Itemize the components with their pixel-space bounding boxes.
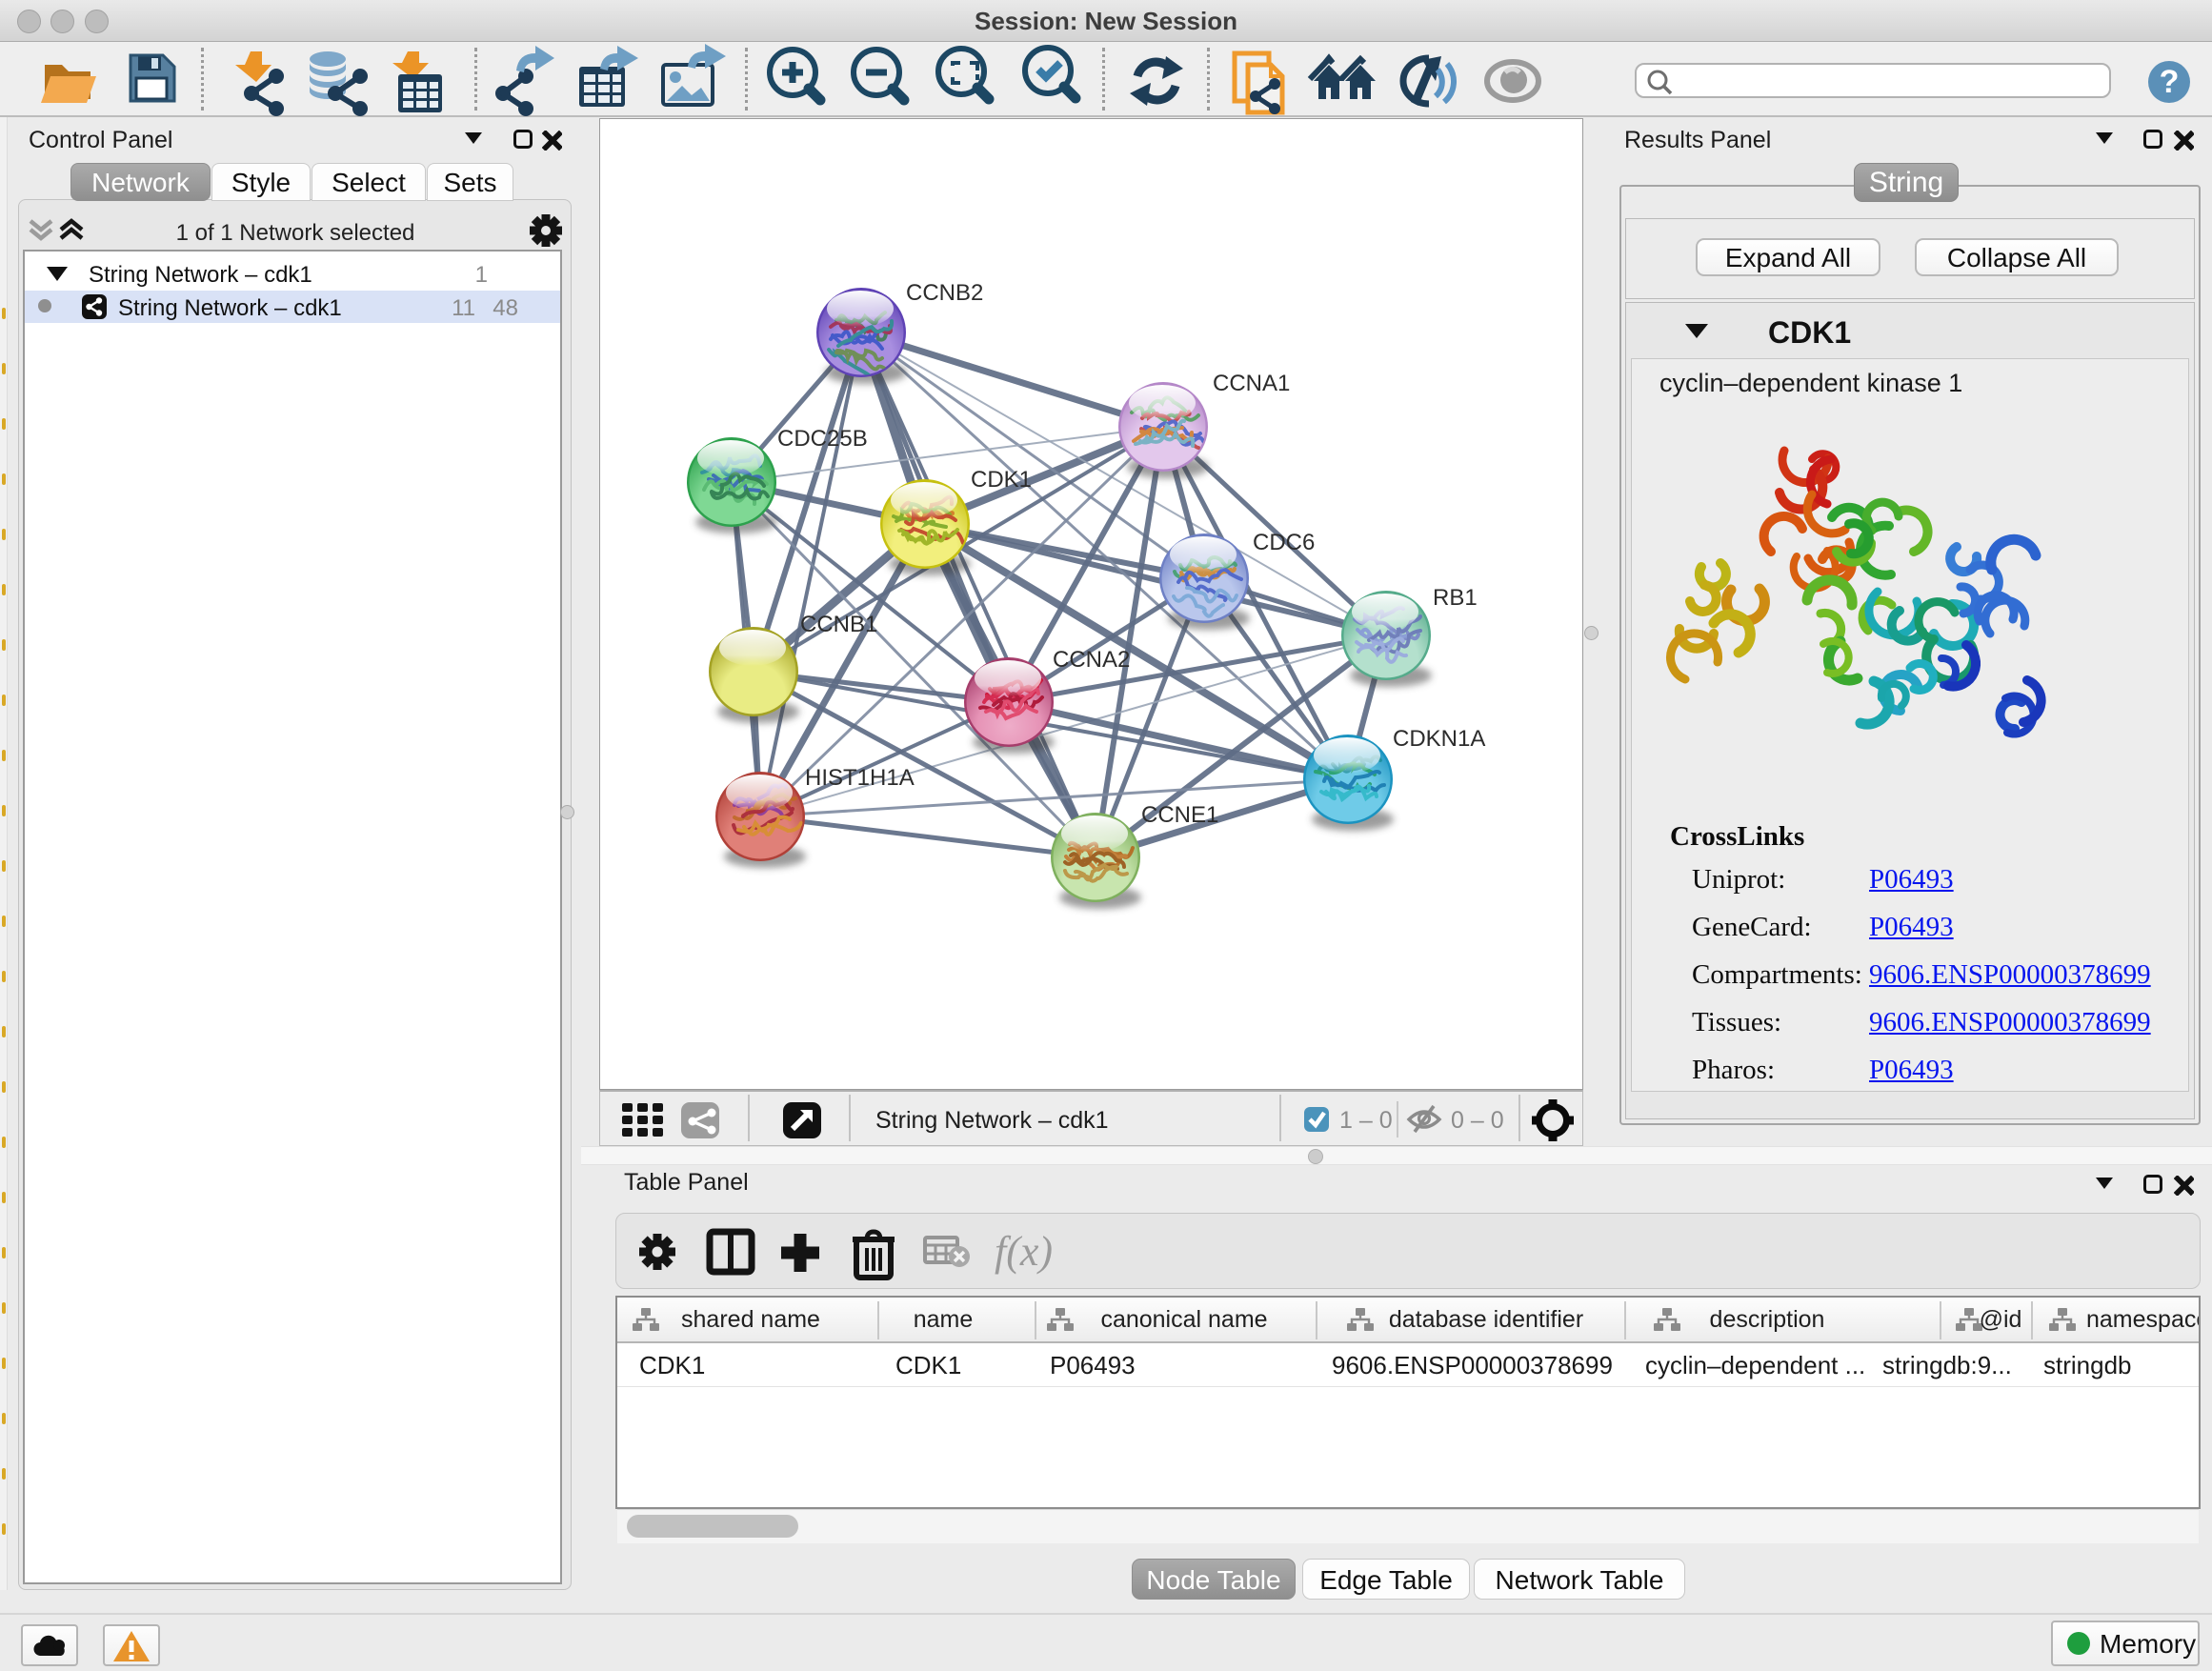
svg-text:CDK1: CDK1 xyxy=(971,467,1032,493)
svg-text:CCNB1: CCNB1 xyxy=(800,612,877,637)
svg-text:CDC6: CDC6 xyxy=(1253,530,1315,555)
svg-text:String Network – cdk1: String Network – cdk1 xyxy=(875,1107,1109,1134)
svg-text:HIST1H1A: HIST1H1A xyxy=(805,765,915,791)
svg-text:RB1: RB1 xyxy=(1433,585,1478,611)
svg-text:CDC25B: CDC25B xyxy=(777,426,868,452)
svg-text:1 – 0: 1 – 0 xyxy=(1339,1107,1393,1134)
svg-text:f(x): f(x) xyxy=(995,1228,1053,1275)
svg-text:CCNA2: CCNA2 xyxy=(1053,647,1130,673)
svg-text:CCNA1: CCNA1 xyxy=(1213,371,1290,396)
svg-text:CDKN1A: CDKN1A xyxy=(1393,726,1485,752)
svg-text:CCNB2: CCNB2 xyxy=(906,280,983,306)
svg-text:CCNE1: CCNE1 xyxy=(1141,802,1218,828)
svg-text:0 – 0: 0 – 0 xyxy=(1451,1107,1504,1134)
